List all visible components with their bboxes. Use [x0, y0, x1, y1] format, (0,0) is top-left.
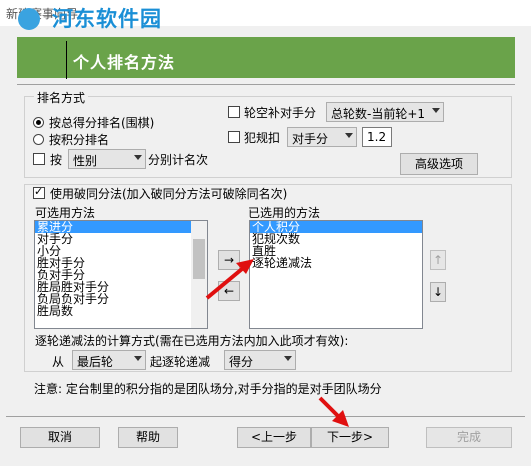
annotation-arrows [205, 259, 349, 427]
annotation-arrow-to-list [205, 259, 254, 300]
annotation-arrow-to-next [318, 396, 349, 427]
